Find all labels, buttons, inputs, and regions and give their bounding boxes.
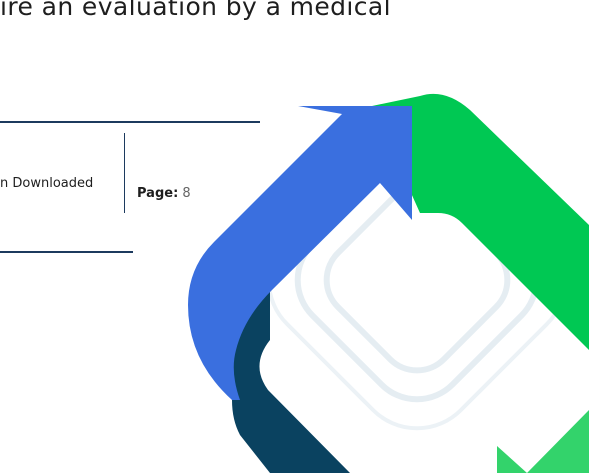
brand-logo-watermark — [188, 93, 589, 473]
logo-blue-arrow — [188, 106, 412, 400]
page-label: Page: — [137, 186, 179, 201]
page-indicator: Page: 8 — [137, 186, 191, 201]
heading-text: ire an evaluation by a medical — [0, 0, 391, 21]
bottom-divider-line — [0, 251, 133, 253]
top-divider-line — [0, 121, 260, 123]
page-number: 8 — [182, 186, 191, 201]
logo-green-check — [497, 410, 589, 473]
vertical-divider — [124, 133, 125, 213]
download-status-text: n Downloaded — [0, 176, 94, 191]
